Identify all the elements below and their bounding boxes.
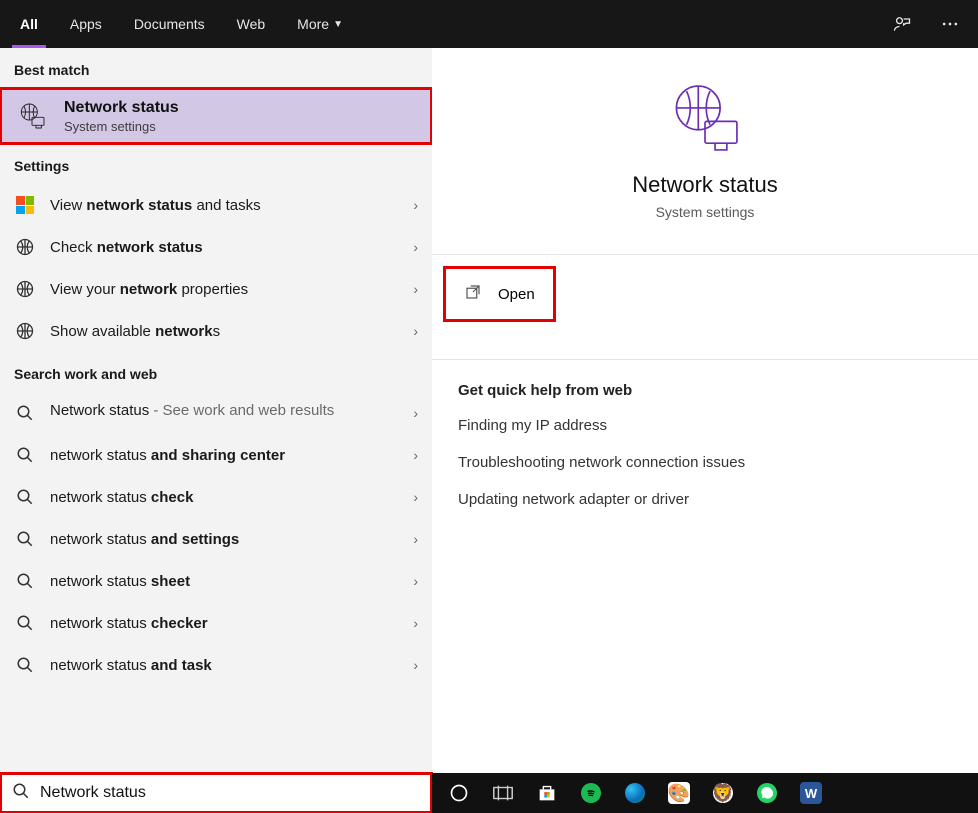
settings-item-view-properties[interactable]: View your network properties ›	[0, 268, 432, 310]
settings-item-label: View your network properties	[50, 281, 248, 298]
taskbar-store-icon[interactable]	[526, 773, 568, 813]
search-icon	[14, 612, 36, 634]
search-icon	[12, 782, 30, 805]
settings-item-label: Show available networks	[50, 323, 220, 340]
settings-item-label: Check network status	[50, 239, 203, 256]
best-match-title: Network status	[64, 99, 179, 117]
help-header: Get quick help from web	[458, 382, 952, 399]
tab-label: Documents	[134, 16, 205, 32]
chevron-right-icon: ›	[413, 615, 418, 631]
open-label: Open	[498, 286, 535, 303]
web-item-sheet[interactable]: network status sheet ›	[0, 560, 432, 602]
tab-label: Apps	[70, 16, 102, 32]
web-item-label: network status and settings	[50, 531, 239, 548]
chevron-right-icon: ›	[413, 531, 418, 547]
search-icon	[14, 570, 36, 592]
search-filter-tabs: All Apps Documents Web More ▼	[0, 0, 978, 48]
settings-item-show-networks[interactable]: Show available networks ›	[0, 310, 432, 352]
search-icon	[14, 528, 36, 550]
search-icon	[14, 444, 36, 466]
taskbar: 🎨 🦁 W	[432, 773, 978, 813]
web-item-check[interactable]: network status check ›	[0, 476, 432, 518]
taskbar-paint-icon[interactable]: 🎨	[658, 773, 700, 813]
separator	[432, 254, 978, 255]
chevron-down-icon: ▼	[333, 19, 343, 30]
search-input[interactable]	[40, 784, 420, 802]
best-match-subtitle: System settings	[64, 119, 179, 134]
taskbar-edge-icon[interactable]	[614, 773, 656, 813]
web-item-label: network status and sharing center	[50, 447, 285, 464]
chevron-right-icon: ›	[413, 239, 418, 255]
detail-subtitle: System settings	[452, 204, 958, 220]
globe-monitor-icon	[14, 98, 50, 134]
globe-icon	[14, 278, 36, 300]
tab-label: All	[20, 16, 38, 32]
chevron-right-icon: ›	[413, 281, 418, 297]
settings-header: Settings	[0, 144, 432, 184]
open-icon	[464, 283, 482, 305]
globe-icon	[14, 236, 36, 258]
search-icon	[14, 486, 36, 508]
search-icon	[14, 402, 36, 424]
more-options-icon[interactable]	[926, 0, 974, 48]
taskbar-taskview-icon[interactable]	[482, 773, 524, 813]
tab-more[interactable]: More ▼	[281, 0, 359, 48]
chevron-right-icon: ›	[413, 323, 418, 339]
results-list: Best match Network status System setting…	[0, 48, 432, 773]
web-item-checker[interactable]: network status checker ›	[0, 602, 432, 644]
web-item-see-results[interactable]: Network status - See work and web result…	[0, 392, 432, 434]
chevron-right-icon: ›	[413, 573, 418, 589]
web-item-label: network status checker	[50, 615, 208, 632]
chevron-right-icon: ›	[413, 405, 418, 421]
chevron-right-icon: ›	[413, 447, 418, 463]
best-match-header: Best match	[0, 48, 432, 88]
search-box[interactable]	[0, 773, 432, 813]
web-item-label: Network status - See work and web result…	[50, 402, 334, 419]
feedback-icon[interactable]	[878, 0, 926, 48]
chevron-right-icon: ›	[413, 197, 418, 213]
globe-monitor-large-icon	[663, 76, 747, 160]
chevron-right-icon: ›	[413, 657, 418, 673]
help-link-troubleshoot[interactable]: Troubleshooting network connection issue…	[458, 454, 952, 471]
search-icon	[14, 654, 36, 676]
taskbar-brave-icon[interactable]: 🦁	[702, 773, 744, 813]
open-button[interactable]: Open	[446, 269, 553, 319]
network-tile-icon	[14, 194, 36, 216]
tab-label: Web	[237, 16, 266, 32]
taskbar-word-icon[interactable]: W	[790, 773, 832, 813]
globe-icon	[14, 320, 36, 342]
search-web-header: Search work and web	[0, 352, 432, 392]
tab-label: More	[297, 16, 329, 32]
web-item-and-task[interactable]: network status and task ›	[0, 644, 432, 686]
taskbar-whatsapp-icon[interactable]	[746, 773, 788, 813]
web-item-label: network status and task	[50, 657, 212, 674]
tab-apps[interactable]: Apps	[54, 0, 118, 48]
best-match-item[interactable]: Network status System settings	[0, 88, 432, 144]
help-link-ip[interactable]: Finding my IP address	[458, 417, 952, 434]
detail-title: Network status	[452, 172, 958, 198]
settings-item-check-status[interactable]: Check network status ›	[0, 226, 432, 268]
help-link-adapter[interactable]: Updating network adapter or driver	[458, 491, 952, 508]
chevron-right-icon: ›	[413, 489, 418, 505]
web-item-sharing-center[interactable]: network status and sharing center ›	[0, 434, 432, 476]
tab-all[interactable]: All	[4, 0, 54, 48]
web-item-label: network status sheet	[50, 573, 190, 590]
result-detail-pane: Network status System settings Open Get …	[432, 48, 978, 773]
web-item-label: network status check	[50, 489, 193, 506]
settings-item-label: View network status and tasks	[50, 197, 261, 214]
web-item-and-settings[interactable]: network status and settings ›	[0, 518, 432, 560]
taskbar-spotify-icon[interactable]	[570, 773, 612, 813]
tab-documents[interactable]: Documents	[118, 0, 221, 48]
taskbar-cortana-icon[interactable]	[438, 773, 480, 813]
tab-web[interactable]: Web	[221, 0, 282, 48]
settings-item-view-tasks[interactable]: View network status and tasks ›	[0, 184, 432, 226]
